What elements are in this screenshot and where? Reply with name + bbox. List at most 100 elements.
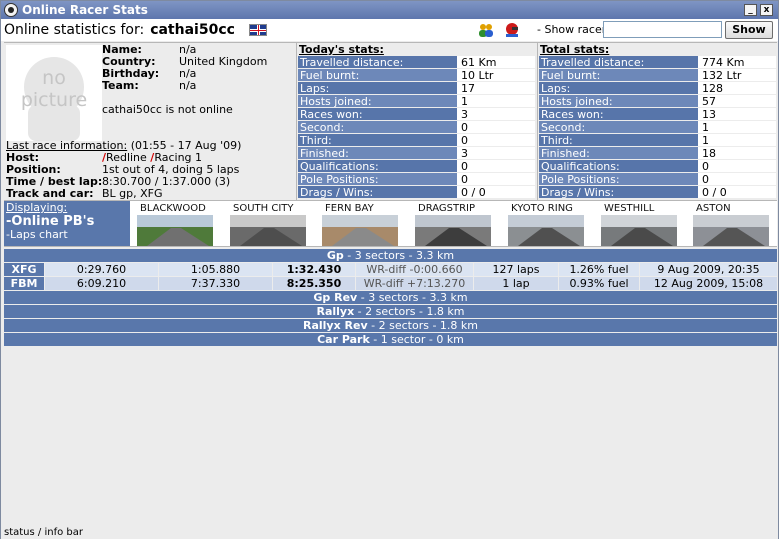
track-thumb[interactable]: SOUTH CITY [230,202,306,246]
track-photo [230,215,306,246]
fuel: 1.26% fuel [559,263,639,276]
total-stats: Total stats: Travelled distance: 774 Km F… [539,43,776,199]
track-photo [137,215,213,246]
stat-row: Qualifications: 0 [539,160,776,173]
stat-row: Third: 0 [298,134,535,147]
stat-row: Finished: 3 [298,147,535,160]
display-laps-chart[interactable]: -Laps chart [6,229,130,241]
car-label: FBM [4,277,44,290]
stat-row: Races won: 3 [298,108,535,121]
stat-row: Travelled distance: 774 Km [539,56,776,69]
show-racer-input[interactable] [603,21,722,38]
online-stats-label: Online statistics for: [4,22,145,38]
split-2: 1:05.880 [159,263,272,276]
date: 12 Aug 2009, 15:08 [640,277,777,290]
stat-row: Pole Positions: 0 [298,173,535,186]
field-value: n/a [179,79,197,92]
display-online-pbs[interactable]: -Online PB's [6,214,130,229]
stat-row: Travelled distance: 61 Km [298,56,535,69]
section-header-rallyx-rev[interactable]: Rallyx Rev - 2 sectors - 1.8 km [4,319,777,332]
window: Online Racer Stats _ x Online statistics… [0,0,779,539]
stat-row: Laps: 17 [298,82,535,95]
section-header-rallyx[interactable]: Rallyx - 2 sectors - 1.8 km [4,305,777,318]
section-header-gp-rev[interactable]: Gp Rev - 3 sectors - 3.3 km [4,291,777,304]
stat-row: Second: 0 [298,121,535,134]
stat-row: Pole Positions: 0 [539,173,776,186]
track-photo [415,215,491,246]
profile-picture: no picture [6,45,102,141]
stat-row: Hosts joined: 1 [298,95,535,108]
status-bar: status / info bar [1,527,778,539]
track-photo [601,215,677,246]
stat-row: Drags / Wins: 0 / 0 [298,186,535,199]
window-title: Online Racer Stats [22,3,148,17]
track-name: KYOTO RING [508,202,584,215]
display-mode-panel: Displaying: -Online PB's -Laps chart [4,201,130,246]
track-bar: Displaying: -Online PB's -Laps chart BLA… [4,200,777,247]
track-photo [322,215,398,246]
track-name: BLACKWOOD [137,202,213,215]
table-row: XFG 0:29.760 1:05.880 1:32.430 WR-diff -… [4,263,777,276]
fuel: 0.93% fuel [559,277,639,290]
field-label: Track and car: [6,187,94,200]
online-status: cathai50cc is not online [102,103,233,116]
today-stats-title: Today's stats: [299,43,384,56]
car-label: XFG [4,263,44,276]
uk-flag-icon [248,24,267,36]
divider [537,43,538,202]
laps: 1 lap [474,277,558,290]
title-bar[interactable]: Online Racer Stats _ x [1,1,778,19]
track-name: WESTHILL [601,202,677,215]
minimize-button[interactable]: _ [744,4,757,16]
track-name: SOUTH CITY [230,202,306,215]
split-1: 0:29.760 [45,263,158,276]
track-thumb[interactable]: ASTON [693,202,769,246]
field-label: Team: [102,79,139,92]
lap-time: 8:25.350 [273,277,355,290]
date: 9 Aug 2009, 20:35 [640,263,777,276]
lap-time: 1:32.430 [273,263,355,276]
results-table: Gp - 3 sectors - 3.3 km XFG 0:29.760 1:0… [4,249,777,347]
track-name: ASTON [693,202,769,215]
field-value: BL gp, XFG [102,187,163,200]
total-stats-title: Total stats: [540,43,610,56]
stat-row: Second: 1 [539,121,776,134]
stat-row: Drags / Wins: 0 / 0 [539,186,776,199]
track-thumb[interactable]: KYOTO RING [508,202,584,246]
header-bar: Online statistics for: cathai50cc - Show… [1,19,778,41]
show-button[interactable]: Show [725,21,773,39]
track-thumb[interactable]: DRAGSTRIP [415,202,491,246]
app-icon [4,3,18,17]
stat-row: Finished: 18 [539,147,776,160]
track-name: DRAGSTRIP [415,202,491,215]
close-button[interactable]: x [760,4,773,16]
no-picture-text-2: picture [20,89,88,111]
profile-panel: no picture Name: n/a Country: United Kin… [4,42,777,202]
stat-row: Fuel burnt: 132 Ltr [539,69,776,82]
track-name: FERN BAY [322,202,398,215]
table-row: FBM 6:09.210 7:37.330 8:25.350 WR-diff +… [4,277,777,290]
divider [296,43,297,202]
racer-name: cathai50cc [150,22,235,38]
section-header-car-park[interactable]: Car Park - 1 sector - 0 km [4,333,777,346]
stat-row: Third: 1 [539,134,776,147]
section-header-gp[interactable]: Gp - 3 sectors - 3.3 km [4,249,777,262]
wr-diff: WR-diff +7:13.270 [356,277,473,290]
no-picture-text-1: no [42,67,66,89]
racer-helmet-icon[interactable] [504,22,522,38]
stat-row: Laps: 128 [539,82,776,95]
friends-icon[interactable] [477,22,495,38]
laps: 127 laps [474,263,558,276]
show-racer-label: - Show racer: [537,23,610,36]
track-thumb[interactable]: BLACKWOOD [137,202,213,246]
split-2: 7:37.330 [159,277,272,290]
stat-row: Qualifications: 0 [298,160,535,173]
today-stats: Today's stats: Travelled distance: 61 Km … [298,43,535,199]
track-thumb[interactable]: FERN BAY [322,202,398,246]
track-thumb[interactable]: WESTHILL [601,202,677,246]
stat-row: Races won: 13 [539,108,776,121]
track-photo [693,215,769,246]
track-photo [508,215,584,246]
split-1: 6:09.210 [45,277,158,290]
displaying-label: Displaying: [6,201,68,214]
